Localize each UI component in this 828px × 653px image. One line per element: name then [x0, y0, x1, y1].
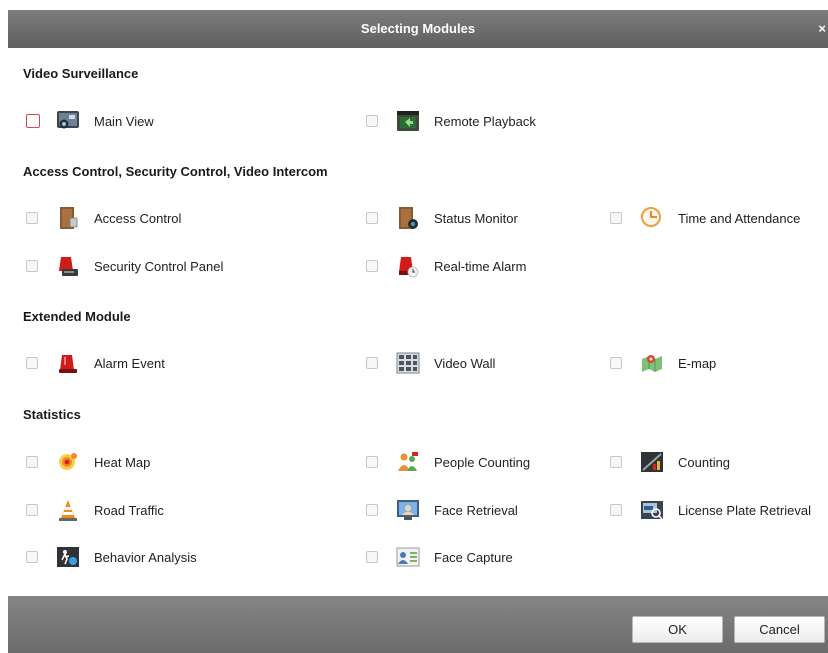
emap-checkbox[interactable] [610, 357, 622, 369]
counting-checkbox[interactable] [610, 456, 622, 468]
video-wall-icon [396, 352, 420, 374]
security-control-panel-icon [59, 257, 78, 276]
module-label: Real-time Alarm [434, 259, 527, 274]
remote-playback-checkbox[interactable] [366, 115, 378, 127]
license-plate-retrieval-icon [641, 501, 663, 520]
emap-icon [642, 355, 662, 372]
license-plate-retrieval-checkbox[interactable] [610, 504, 622, 516]
section-title-extended-module: Extended Module [23, 309, 131, 324]
face-retrieval-checkbox[interactable] [366, 504, 378, 516]
security-control-panel-checkbox[interactable] [26, 260, 38, 272]
heat-map-checkbox[interactable] [26, 456, 38, 468]
face-capture-checkbox[interactable] [366, 551, 378, 563]
realtime-alarm-icon [399, 257, 419, 278]
module-label: Video Wall [434, 356, 496, 371]
module-label: Counting [678, 455, 731, 470]
module-label: Access Control [94, 211, 182, 226]
alarm-event-icon [59, 355, 77, 373]
section-title-video-surveillance: Video Surveillance [23, 66, 139, 81]
module-label: People Counting [434, 455, 531, 470]
face-capture-icon [396, 547, 420, 567]
section-title-access-control: Access Control, Security Control, Video … [23, 164, 328, 179]
people-counting-icon [398, 452, 418, 471]
cancel-button[interactable]: Cancel [734, 616, 825, 643]
behavior-analysis-checkbox[interactable] [26, 551, 38, 563]
access-control-icon [60, 207, 78, 229]
video-wall-checkbox[interactable] [366, 357, 378, 369]
module-label: Status Monitor [434, 211, 518, 226]
alarm-event-checkbox[interactable] [26, 357, 38, 369]
module-label: Time and Attendance [678, 211, 801, 226]
module-label: Heat Map [94, 455, 151, 470]
module-label: License Plate Retrieval [678, 503, 811, 518]
module-label: E-map [678, 356, 717, 371]
face-retrieval-icon [397, 500, 419, 520]
time-attendance-checkbox[interactable] [610, 212, 622, 224]
ok-button[interactable]: OK [632, 616, 723, 643]
dialog-title: Selecting Modules [360, 21, 476, 36]
heat-map-icon [59, 453, 77, 470]
main-view-checkbox[interactable] [26, 114, 40, 128]
module-label: Face Capture [434, 550, 513, 565]
counting-icon [641, 452, 663, 472]
module-label: Main View [94, 114, 154, 129]
main-view-icon [57, 111, 79, 129]
behavior-analysis-icon [57, 547, 79, 567]
status-monitor-checkbox[interactable] [366, 212, 378, 224]
dialog-footer: OK Cancel [8, 596, 828, 653]
module-label: Behavior Analysis [94, 550, 197, 565]
dialog-titlebar: Selecting Modules × [8, 10, 828, 48]
access-control-checkbox[interactable] [26, 212, 38, 224]
selecting-modules-dialog: Selecting Modules × Video Surveillance M… [8, 10, 828, 653]
road-traffic-checkbox[interactable] [26, 504, 38, 516]
module-label: Face Retrieval [434, 503, 518, 518]
road-traffic-icon [59, 500, 77, 521]
section-title-statistics: Statistics [23, 407, 81, 422]
remote-playback-icon [397, 111, 419, 131]
time-attendance-icon [641, 207, 661, 227]
module-label: Road Traffic [94, 503, 164, 518]
status-monitor-icon [399, 207, 418, 229]
people-counting-checkbox[interactable] [366, 456, 378, 468]
module-label: Remote Playback [434, 114, 536, 129]
module-label: Security Control Panel [94, 259, 224, 274]
module-label: Alarm Event [94, 356, 165, 371]
close-icon[interactable]: × [818, 22, 826, 35]
realtime-alarm-checkbox[interactable] [366, 260, 378, 272]
